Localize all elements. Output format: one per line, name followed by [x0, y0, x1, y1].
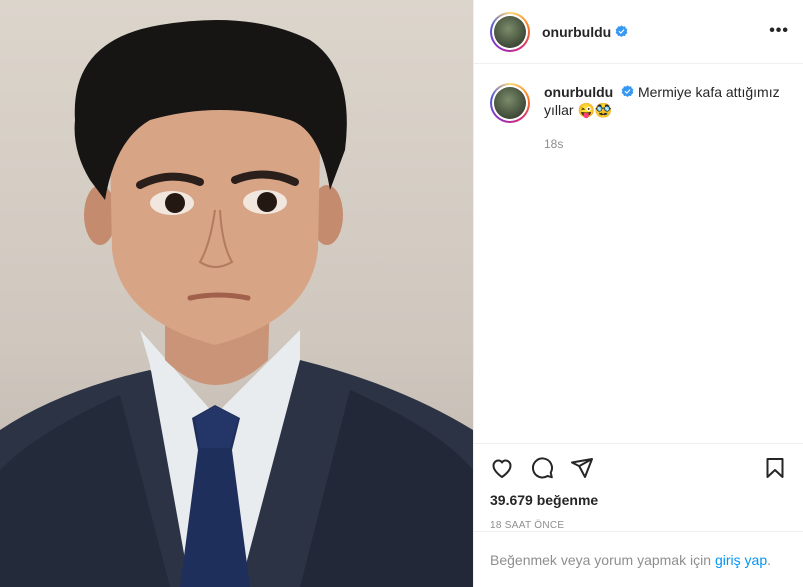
action-icons-row: [490, 444, 787, 492]
profile-avatar-ring[interactable]: [490, 11, 530, 52]
more-icon[interactable]: •••: [769, 22, 789, 40]
header-username[interactable]: onurbuldu: [542, 24, 611, 40]
bookmark-icon[interactable]: [763, 456, 787, 480]
verified-icon: [621, 85, 634, 98]
comment-icon[interactable]: [530, 456, 554, 480]
verified-icon: [615, 25, 628, 38]
post-actions: 39.679 beğenme 18 SAAT ÖNCE: [474, 443, 803, 531]
post-photo[interactable]: [0, 0, 473, 587]
caption-comment: onurbuldu Mermiye kafa attığımız yıllar …: [490, 83, 787, 123]
caption-text-block: onurbuldu Mermiye kafa attığımız yıllar …: [544, 83, 784, 123]
comment-time[interactable]: 18s: [544, 137, 787, 151]
login-link[interactable]: giriş yap: [715, 552, 767, 568]
likes-count[interactable]: 39.679 beğenme: [490, 492, 787, 508]
post-side-panel: onurbuldu ••• onurbuldu Mermiye kafa att…: [473, 0, 803, 587]
login-prompt: Beğenmek veya yorum yapmak için giriş ya…: [474, 531, 803, 587]
portrait-illustration: [0, 20, 473, 587]
login-prompt-text: Beğenmek veya yorum yapmak için: [490, 551, 711, 568]
avatar: [494, 15, 526, 48]
share-icon[interactable]: [570, 456, 594, 480]
login-prompt-end: .: [767, 551, 772, 568]
caption-username[interactable]: onurbuldu: [544, 84, 613, 100]
post-time-ago[interactable]: 18 SAAT ÖNCE: [490, 520, 787, 531]
avatar: [494, 87, 526, 119]
post-header: onurbuldu •••: [474, 0, 803, 64]
heart-icon[interactable]: [490, 456, 514, 480]
caption-avatar-ring[interactable]: [490, 83, 530, 123]
instagram-post: onurbuldu ••• onurbuldu Mermiye kafa att…: [0, 0, 803, 587]
comments-section: onurbuldu Mermiye kafa attığımız yıllar …: [474, 65, 803, 443]
